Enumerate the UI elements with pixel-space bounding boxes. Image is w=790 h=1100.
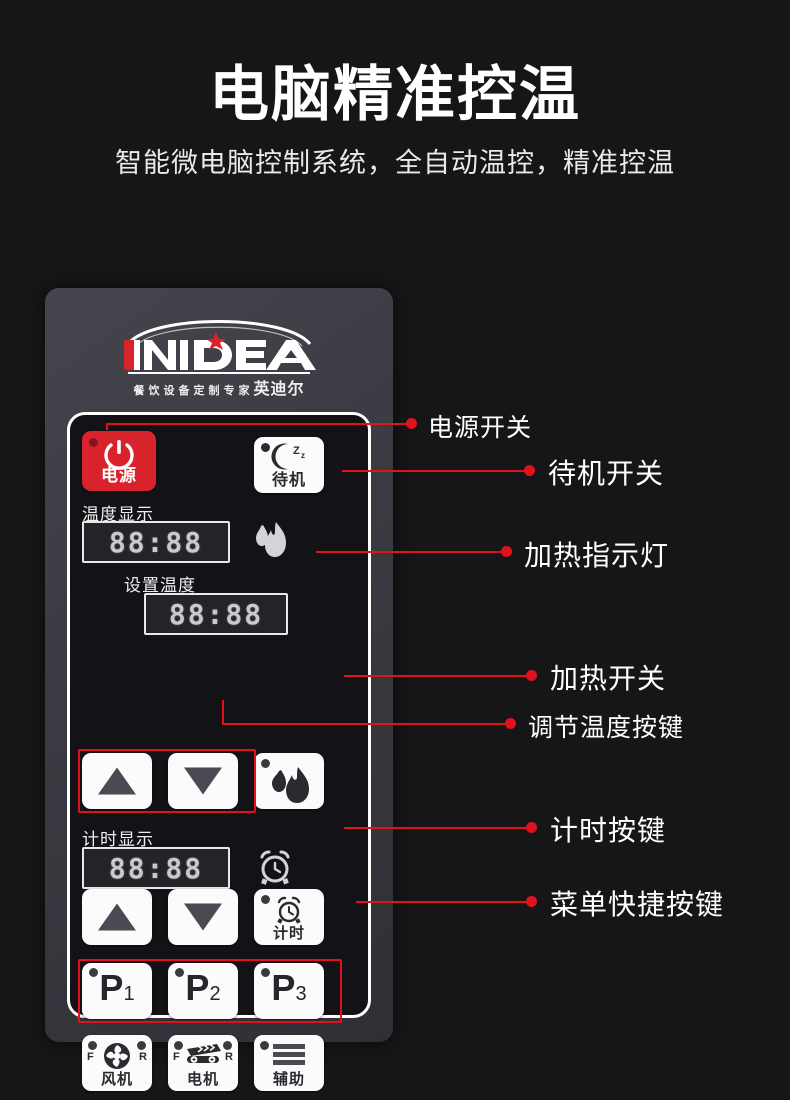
timer-down-button[interactable] [168,889,238,945]
tagline-text: 餐饮设备定制专家 [133,385,254,397]
callout-heat-switch-dot [526,670,537,681]
callout-temp-adjust-vline [222,700,224,724]
callout-timer-line [344,827,530,829]
svg-text:Z: Z [293,445,300,457]
flame-icon [272,767,309,803]
fan-led-forward-icon [88,1041,97,1050]
triangle-up-icon [98,903,136,931]
power-led-icon [89,438,98,447]
triangle-down-icon [184,903,222,931]
highlight-preset-keys [78,959,342,1023]
set-temp-value: 88:88 [168,597,264,631]
brand-tagline: 餐饮设备定制专家英迪尔 [45,375,393,399]
timer-button-label: 计时 [272,925,305,942]
heat-button[interactable] [254,753,324,809]
callout-standby-dot [524,465,535,476]
fan-forward-mark: F [87,1051,94,1063]
fan-button[interactable]: F R 风机 [82,1035,152,1091]
screenshot-root: 电脑精准控温 智能微电脑控制系统，全自动温控，精准控温 餐饮设备定制专家英迪尔 … [0,0,790,1100]
brand-logo: 餐饮设备定制专家英迪尔 [45,312,393,399]
highlight-temp-adjust [78,749,256,813]
callout-heat-indicator-label: 加热指示灯 [524,540,670,571]
timer-button[interactable]: 计时 [254,889,324,945]
callout-temp-adjust-label: 调节温度按键 [528,714,685,742]
temp-display: 88:88 [82,521,230,563]
temp-display-value: 88:88 [108,525,204,559]
motor-led-forward-icon [174,1041,183,1050]
callout-heat-indicator-dot [501,546,512,557]
callout-temp-adjust-dot [505,718,516,729]
callout-temp-adjust-line [222,723,510,725]
page-title: 电脑精准控温 [209,61,581,128]
page-subtitle: 智能微电脑控制系统，全自动温控，精准控温 [115,148,675,178]
fan-button-label: 风机 [100,1071,133,1088]
callout-power-label: 电源开关 [428,414,533,442]
timer-up-button[interactable] [82,889,152,945]
bars-icon [273,1044,305,1065]
callout-preset-dot [526,896,537,907]
auxiliary-button-label: 辅助 [272,1071,305,1088]
keypad-panel: 电源 Z z 待机 温度显示 88:88 设置温度 88:88 计时显示 88:… [67,412,371,1091]
timer-display-value: 88:88 [108,851,204,885]
svg-text:z: z [301,451,305,460]
callout-standby-line [342,470,528,472]
header: 电脑精准控温 智能微电脑控制系统，全自动温控，精准控温 [0,0,790,180]
callout-heat-indicator-line [316,551,506,553]
callout-standby-label: 待机开关 [548,458,665,489]
motor-reverse-mark: R [225,1051,233,1063]
alarm-indicator-icon [260,850,290,885]
fan-blade-icon [104,1043,130,1069]
control-panel: 餐饮设备定制专家英迪尔 电源 Z z 待机 温度显示 88:88 设置温度 88… [45,288,393,1091]
timer-display: 88:88 [82,847,230,889]
callout-timer-label: 计时按键 [550,815,667,846]
standby-button-label: 待机 [271,472,306,489]
set-temp-display: 88:88 [144,593,288,635]
fan-reverse-mark: R [139,1051,147,1063]
motor-button-label: 电机 [186,1071,219,1088]
callout-preset-line [356,901,530,903]
inidea-logo-icon [124,320,316,374]
callout-heat-switch-line [344,675,530,677]
callout-power-dot [406,418,417,429]
timer-led-icon [261,895,270,904]
auxiliary-button[interactable]: 辅助 [254,1035,324,1091]
power-button-label: 电源 [101,466,137,485]
auxiliary-led-icon [260,1041,269,1050]
fan-led-reverse-icon [137,1041,146,1050]
brand-chinese-name: 英迪尔 [253,381,305,398]
callout-preset-label: 菜单快捷按键 [550,889,725,920]
power-button[interactable]: 电源 [82,431,156,491]
motor-button[interactable]: F R 电机 [168,1035,238,1091]
callout-timer-dot [526,822,537,833]
conveyor-icon [187,1043,221,1063]
callout-power-line [106,423,411,425]
heat-indicator-flame-icon [256,522,286,557]
motor-led-reverse-icon [223,1041,232,1050]
motor-forward-mark: F [173,1051,180,1063]
callout-heat-switch-label: 加热开关 [550,663,667,694]
standby-button[interactable]: Z z 待机 [254,437,324,493]
